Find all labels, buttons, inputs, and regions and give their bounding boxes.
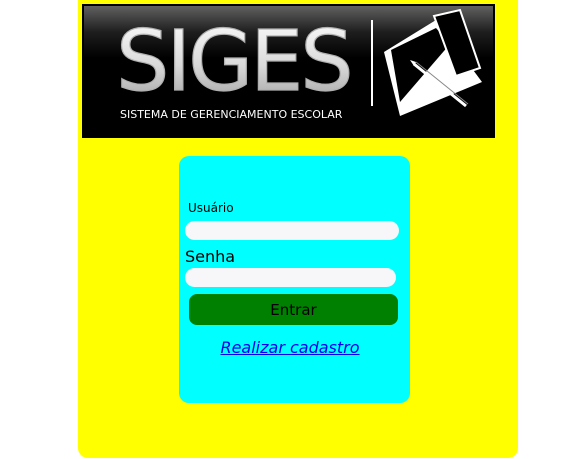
logo-title: SIGES <box>116 12 351 110</box>
password-input[interactable] <box>185 268 396 287</box>
logo-subtitle: SISTEMA DE GERENCIAMENTO ESCOLAR <box>120 108 343 121</box>
book-and-pen-icon <box>384 8 482 116</box>
page-container: SIGES SISTEMA DE GERENCIAMENTO ESCOLAR U… <box>78 0 518 458</box>
username-label: Usuário <box>188 201 234 215</box>
header-banner: SIGES SISTEMA DE GERENCIAMENTO ESCOLAR <box>82 4 495 138</box>
login-button[interactable]: Entrar <box>189 294 398 325</box>
username-input[interactable] <box>185 221 399 240</box>
register-link[interactable]: Realizar cadastro <box>179 338 401 357</box>
login-form: Usuário Senha Entrar Realizar cadastro <box>179 156 410 403</box>
password-label: Senha <box>185 247 236 266</box>
